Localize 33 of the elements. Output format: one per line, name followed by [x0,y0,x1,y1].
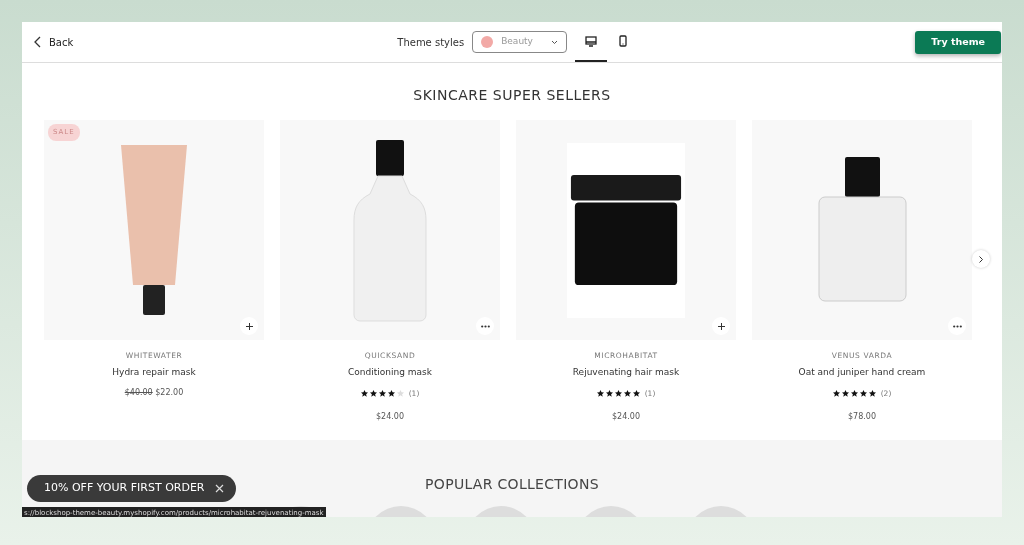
section-heading: SKINCARE SUPER SELLERS [412,86,612,105]
phone-icon [619,35,628,47]
product-photo[interactable] [752,120,972,340]
product-photo[interactable] [280,120,500,340]
section-heading: POPULAR COLLECTIONS [425,475,599,494]
more-icon [952,324,962,328]
product-name: Hydra repair mask [111,366,197,380]
price: $24.00 [376,411,404,421]
plus-icon [245,322,253,330]
product-name: Rejuvenating hair mask [571,366,681,380]
product-name: Conditioning mask [347,366,433,380]
chevron-right-icon [979,255,983,263]
back-button[interactable]: Back [28,33,80,51]
price: $24.00 [612,411,640,421]
product-photo[interactable] [516,120,736,340]
theme-select[interactable]: Beauty [472,31,568,53]
chevron-left-icon [34,36,41,48]
close-icon [214,484,224,493]
plus-icon [717,322,725,330]
caret-icon [551,39,559,45]
more-icon [480,324,490,328]
try-theme-button[interactable]: Try theme [915,30,1001,54]
theme-styles-label: Theme styles [397,35,465,50]
monitor-icon [585,35,598,47]
add-button[interactable] [712,317,730,335]
more-button[interactable] [948,317,966,335]
add-button[interactable] [240,317,258,335]
more-button[interactable] [476,317,494,335]
compare-price: $40.00 [124,387,153,397]
product-name: Oat and juniper hand cream [797,366,927,380]
promo-toast[interactable]: 10% OFF YOUR FIRST ORDER [27,475,236,502]
price: $22.00 [155,387,184,397]
price: $78.00 [848,411,876,421]
